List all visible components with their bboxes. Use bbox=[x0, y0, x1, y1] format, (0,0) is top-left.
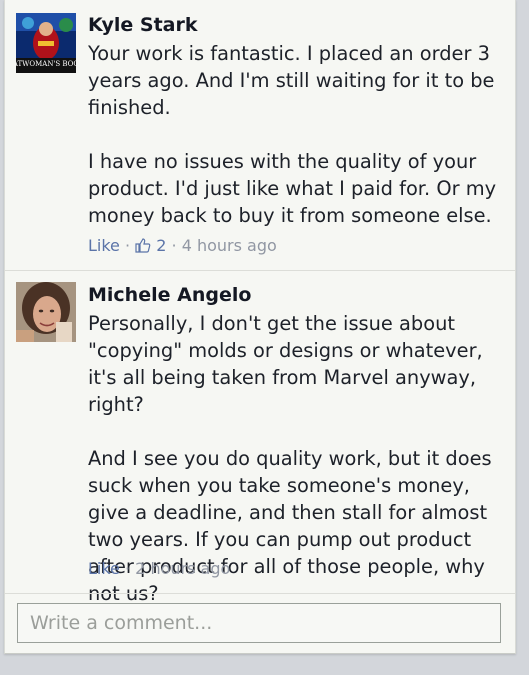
divider bbox=[5, 593, 515, 594]
avatar-image bbox=[16, 282, 76, 342]
comments-card: ATWOMAN'S BOO Kyle Stark Your work is fa… bbox=[4, 0, 516, 654]
comment-text: Your work is fantastic. I placed an orde… bbox=[88, 42, 497, 227]
svg-text:ATWOMAN'S BOO: ATWOMAN'S BOO bbox=[16, 60, 76, 68]
separator: · bbox=[125, 559, 136, 578]
comment-composer[interactable] bbox=[17, 603, 501, 643]
like-count[interactable]: 2 bbox=[135, 236, 171, 255]
avatar[interactable]: ATWOMAN'S BOO bbox=[16, 13, 76, 73]
separator: · bbox=[171, 236, 182, 255]
comment-timestamp[interactable]: 4 hours ago bbox=[182, 236, 277, 255]
like-link[interactable]: Like bbox=[88, 559, 120, 578]
comment-item: Michele Angelo Personally, I don't get t… bbox=[5, 271, 515, 605]
like-count-value: 2 bbox=[156, 236, 167, 255]
avatar-image: ATWOMAN'S BOO bbox=[16, 13, 76, 73]
comment-author[interactable]: Michele Angelo bbox=[88, 284, 251, 306]
like-link[interactable]: Like bbox=[88, 236, 120, 255]
comment-meta: Like · 2 · 4 hours ago bbox=[88, 236, 277, 255]
avatar[interactable] bbox=[16, 282, 76, 342]
thumbs-up-icon bbox=[135, 238, 151, 253]
comment-author[interactable]: Kyle Stark bbox=[88, 14, 198, 36]
separator: · bbox=[125, 236, 136, 255]
comment-meta: Like · 2 hours ago bbox=[88, 559, 230, 578]
comment-input[interactable] bbox=[18, 604, 500, 642]
comment-timestamp[interactable]: 2 hours ago bbox=[135, 559, 230, 578]
comment-item: ATWOMAN'S BOO Kyle Stark Your work is fa… bbox=[5, 0, 515, 270]
